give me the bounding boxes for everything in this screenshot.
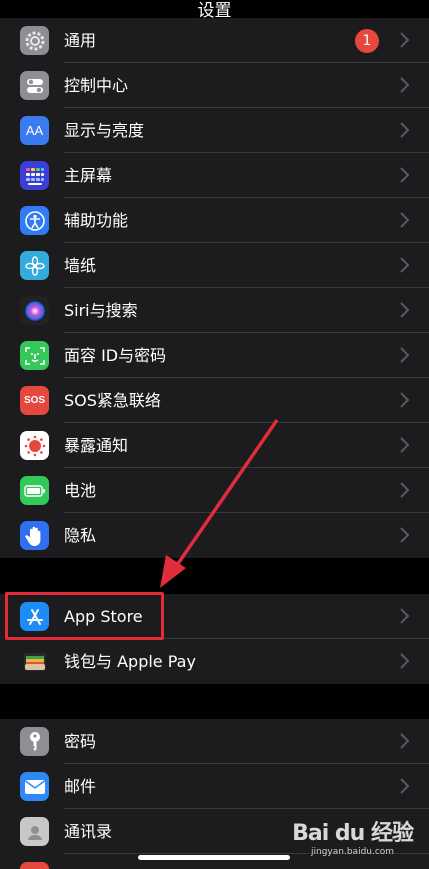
watermark-logo: Bai du 经验 <box>292 821 414 846</box>
home-indicator <box>138 855 290 860</box>
annotation-arrow <box>160 419 279 588</box>
watermark-url: jingyan.baidu.com <box>311 847 395 857</box>
watermark: Bai du 经验 jingyan.baidu.com <box>292 815 414 857</box>
